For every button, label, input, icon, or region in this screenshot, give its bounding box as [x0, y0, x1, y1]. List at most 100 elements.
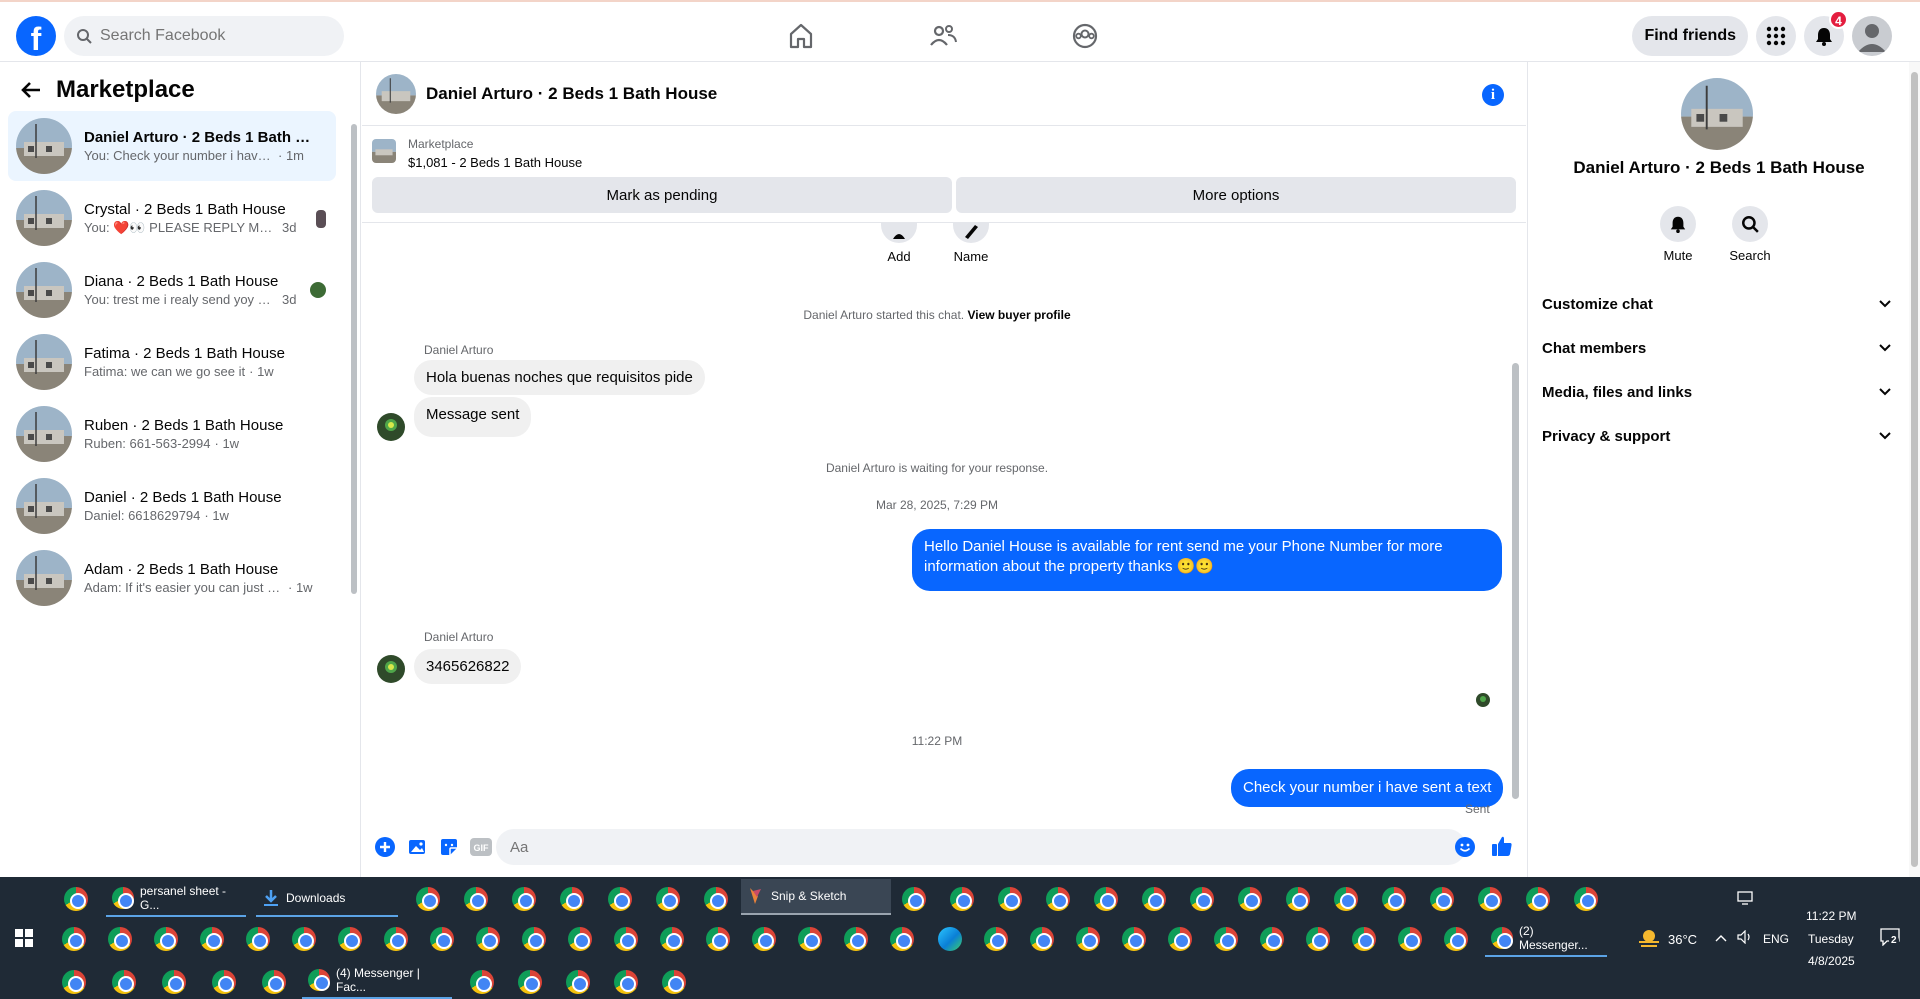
chrome-icon[interactable] [568, 927, 592, 951]
clock-time[interactable]: 11:22 PM [1806, 909, 1856, 923]
chrome-icon[interactable] [200, 927, 224, 951]
chat-thumbnail[interactable] [376, 73, 416, 114]
menu-grid-icon[interactable] [1756, 16, 1796, 56]
conversation-item[interactable]: Ruben · 2 Beds 1 Bath House Ruben: 661-5… [8, 399, 336, 469]
customize-chat-section[interactable]: Customize chat [1542, 284, 1892, 324]
chrome-icon[interactable] [950, 887, 974, 911]
chrome-icon[interactable] [62, 970, 86, 994]
chrome-icon[interactable] [998, 887, 1022, 911]
conversation-item[interactable]: Diana · 2 Beds 1 Bath House You: trest m… [8, 255, 336, 325]
chrome-icon[interactable] [154, 927, 178, 951]
info-icon[interactable]: i [1482, 84, 1504, 106]
search-input[interactable] [100, 27, 320, 45]
photo-icon[interactable] [406, 836, 428, 858]
chrome-icon[interactable] [1286, 887, 1310, 911]
sticker-icon[interactable] [438, 836, 460, 858]
chrome-icon[interactable] [246, 927, 270, 951]
windows-start-icon[interactable] [15, 929, 33, 947]
chrome-icon[interactable] [566, 970, 590, 994]
chrome-icon[interactable] [464, 887, 488, 911]
incoming-message[interactable]: 3465626822 [414, 649, 522, 684]
chrome-icon[interactable] [662, 970, 686, 994]
chrome-icon[interactable] [1352, 927, 1376, 951]
conversation-item[interactable]: Adam · 2 Beds 1 Bath House Adam: If it's… [8, 543, 336, 613]
facebook-logo-icon[interactable]: f [16, 16, 56, 56]
privacy-support-section[interactable]: Privacy & support [1542, 416, 1892, 456]
chrome-icon[interactable] [1526, 887, 1550, 911]
chrome-icon[interactable] [1574, 887, 1598, 911]
chrome-icon[interactable] [1168, 927, 1192, 951]
chrome-icon[interactable] [660, 927, 684, 951]
sender-avatar[interactable] [377, 413, 405, 441]
chrome-icon[interactable] [108, 927, 132, 951]
chrome-icon[interactable] [1430, 887, 1454, 911]
chrome-icon[interactable] [522, 927, 546, 951]
chrome-icon[interactable] [64, 887, 88, 911]
chrome-icon[interactable] [1306, 927, 1330, 951]
chrome-icon[interactable] [656, 887, 680, 911]
taskbar-app-downloads[interactable]: Downloads [256, 881, 398, 917]
chrome-icon[interactable] [704, 887, 728, 911]
like-thumb-icon[interactable] [1491, 835, 1513, 862]
emoji-icon[interactable] [1455, 837, 1475, 862]
chrome-icon[interactable] [62, 927, 86, 951]
chrome-icon[interactable] [844, 927, 868, 951]
notification-center-icon[interactable]: 2 [1880, 928, 1900, 947]
sender-avatar[interactable] [377, 655, 405, 683]
plus-icon[interactable] [374, 836, 396, 858]
conversation-item[interactable]: Daniel · 2 Beds 1 Bath House Daniel: 661… [8, 471, 336, 541]
chrome-icon[interactable] [902, 887, 926, 911]
message-input[interactable] [496, 829, 1466, 865]
chat-title[interactable]: Daniel Arturo · 2 Beds 1 Bath House [426, 84, 717, 104]
chrome-icon[interactable] [1122, 927, 1146, 951]
chevron-up-icon[interactable] [1715, 934, 1727, 942]
chrome-icon[interactable] [1142, 887, 1166, 911]
chrome-icon[interactable] [162, 970, 186, 994]
page-scrollbar[interactable] [1909, 62, 1920, 877]
chrome-icon[interactable] [798, 927, 822, 951]
chrome-icon[interactable] [112, 970, 136, 994]
chrome-icon[interactable] [1260, 927, 1284, 951]
add-action[interactable]: Add [869, 223, 929, 264]
name-action[interactable]: Name [941, 223, 1001, 264]
groups-icon[interactable] [1069, 20, 1101, 52]
home-icon[interactable] [785, 20, 817, 52]
friends-icon[interactable] [927, 20, 959, 52]
chrome-icon[interactable] [706, 927, 730, 951]
chrome-icon[interactable] [292, 927, 316, 951]
gif-icon[interactable]: GIF [470, 836, 492, 858]
chrome-icon[interactable] [614, 927, 638, 951]
taskbar-app-messenger-4[interactable]: (4) Messenger | Fac... [302, 963, 452, 999]
speaker-icon[interactable] [1737, 930, 1753, 944]
conversation-item[interactable]: Fatima · 2 Beds 1 Bath House Fatima: we … [8, 327, 336, 397]
chrome-icon[interactable] [1382, 887, 1406, 911]
incoming-message[interactable]: Hola buenas noches que requisitos pide [414, 360, 705, 395]
chrome-icon[interactable] [518, 970, 542, 994]
desktop-icon[interactable] [1737, 891, 1753, 905]
chrome-icon[interactable] [512, 887, 536, 911]
account-avatar[interactable] [1852, 16, 1892, 56]
chrome-icon[interactable] [1076, 927, 1100, 951]
chrome-icon[interactable] [1030, 927, 1054, 951]
chrome-icon[interactable] [1094, 887, 1118, 911]
chrome-icon[interactable] [416, 887, 440, 911]
chrome-icon[interactable] [1190, 887, 1214, 911]
chrome-icon[interactable] [1214, 927, 1238, 951]
outgoing-message[interactable]: Check your number i have sent a text [1231, 769, 1504, 807]
conversation-item[interactable]: Daniel Arturo · 2 Beds 1 Bath Ho... You:… [8, 111, 336, 181]
weather-icon[interactable] [1637, 928, 1661, 950]
edge-icon[interactable] [938, 927, 962, 951]
chrome-icon[interactable] [560, 887, 584, 911]
taskbar-app-messenger-2[interactable]: (2) Messenger... [1485, 921, 1607, 957]
chat-members-section[interactable]: Chat members [1542, 328, 1892, 368]
chrome-icon[interactable] [430, 927, 454, 951]
find-friends-button[interactable]: Find friends [1632, 16, 1748, 56]
chrome-icon[interactable] [1398, 927, 1422, 951]
chat-avatar[interactable] [1681, 78, 1753, 150]
chrome-icon[interactable] [338, 927, 362, 951]
notifications-button[interactable]: 4 [1804, 10, 1848, 56]
chrome-icon[interactable] [262, 970, 286, 994]
taskbar-app-snip-sketch[interactable]: Snip & Sketch [741, 879, 891, 915]
message-scrollbar[interactable] [1508, 228, 1522, 818]
chrome-icon[interactable] [752, 927, 776, 951]
